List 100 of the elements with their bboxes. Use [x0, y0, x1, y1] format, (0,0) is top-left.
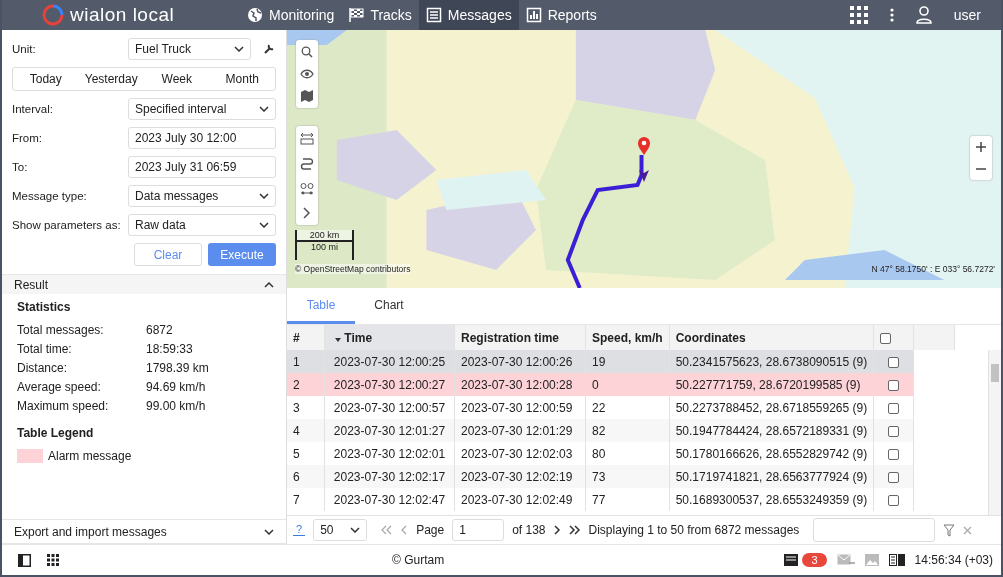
- view-tab[interactable]: Chart: [355, 288, 423, 324]
- table-cell: 2023-07-30 12:02:47: [324, 488, 455, 511]
- column-header[interactable]: Time: [324, 325, 455, 350]
- row-checkbox[interactable]: [888, 425, 900, 437]
- table-cell: 50.1947784424, 28.6572189331 (9): [669, 419, 874, 442]
- table-cell: 73: [585, 465, 670, 488]
- more-icon[interactable]: [889, 8, 894, 22]
- message-row[interactable]: 4 2023-07-30 12:01:27 2023-07-30 12:01:29 82 50.1947784424, 28.6572189331 (9): [287, 419, 955, 442]
- message-row[interactable]: 2 2023-07-30 12:00:27 2023-07-30 12:00:28 0 50.227771759, 28.6720199585 (9): [287, 373, 955, 396]
- location-pin-icon[interactable]: [637, 136, 651, 156]
- table-cell: 2023-07-30 12:01:29: [454, 419, 586, 442]
- column-header[interactable]: Coordinates: [669, 325, 874, 350]
- bar-chart-icon: [525, 7, 542, 23]
- logo-text: wialon local: [70, 4, 175, 26]
- logo-icon: [42, 4, 64, 26]
- table-cell: 50.1689300537, 28.6553249359 (9): [669, 488, 874, 511]
- filter-icon[interactable]: [943, 523, 956, 537]
- table-cell: 19: [585, 350, 670, 373]
- chevron-down-icon: [259, 222, 269, 228]
- notification-icon[interactable]: [784, 554, 799, 566]
- column-header[interactable]: Registration time: [454, 325, 586, 350]
- row-checkbox[interactable]: [888, 494, 900, 506]
- nav-tab[interactable]: Tracks: [341, 0, 419, 30]
- stat-label: Distance:: [17, 361, 69, 375]
- unit-select[interactable]: Fuel Truck: [128, 38, 251, 60]
- table-cell: 82: [585, 419, 670, 442]
- select-field[interactable]: Data messages: [128, 185, 276, 207]
- field-label: To:: [12, 161, 29, 173]
- row-checkbox[interactable]: [888, 448, 900, 460]
- grid-icon[interactable]: [47, 554, 59, 566]
- panel-toggle-icon[interactable]: [18, 553, 31, 567]
- stat-label: Total time:: [17, 342, 73, 356]
- sort-down-icon: [335, 337, 341, 342]
- field-label: Show parameters as:: [12, 219, 122, 231]
- stat-value: 6872: [146, 323, 173, 337]
- result-header[interactable]: Result: [2, 274, 286, 294]
- select-field[interactable]: Raw data: [128, 214, 276, 236]
- table-cell: 2023-07-30 12:00:25: [324, 350, 455, 373]
- stat-value: 18:59:33: [146, 342, 193, 356]
- column-header[interactable]: #: [287, 325, 325, 350]
- stat-label: Total messages:: [17, 323, 105, 337]
- eye-icon[interactable]: [300, 69, 314, 79]
- select-field[interactable]: Specified interval: [128, 98, 276, 120]
- ruler-icon[interactable]: [300, 132, 314, 146]
- period-button[interactable]: Today: [13, 68, 79, 90]
- user-icon[interactable]: [915, 6, 932, 24]
- date-field[interactable]: 2023 July 30 12:00: [128, 127, 276, 149]
- unit-label: Unit:: [12, 43, 37, 55]
- stat-value: 99.00 km/h: [146, 399, 206, 413]
- nav-tab[interactable]: Messages: [418, 0, 519, 30]
- page-size-select[interactable]: 50: [313, 519, 368, 541]
- table-cell: 7: [287, 488, 325, 511]
- columns-icon[interactable]: [888, 554, 905, 566]
- table-cell: 2023-07-30 12:00:27: [324, 373, 455, 396]
- row-checkbox[interactable]: [888, 471, 900, 483]
- period-button[interactable]: Yesterday: [78, 68, 144, 90]
- search-icon[interactable]: [301, 46, 313, 58]
- map-icon[interactable]: [301, 90, 313, 102]
- globe-icon: [247, 7, 263, 23]
- filter-field[interactable]: [813, 518, 936, 542]
- nav-tab[interactable]: Monitoring: [240, 0, 342, 30]
- document-icon: [425, 7, 442, 23]
- export-header[interactable]: Export and import messages: [2, 519, 286, 544]
- message-row[interactable]: 7 2023-07-30 12:02:47 2023-07-30 12:02:49 77 50.1689300537, 28.6553249359 (9): [287, 488, 955, 511]
- chevron-icon: [264, 528, 274, 535]
- date-field[interactable]: 2023 July 31 06:59: [128, 156, 276, 178]
- table-cell: 2023-07-30 12:02:49: [454, 488, 586, 511]
- route-icon[interactable]: [300, 157, 314, 171]
- map-view[interactable]: 200 km 100 mi © OpenStreetMap contributors N 47° 58.1750' : E 033° 56.7272': [287, 30, 1001, 288]
- scrollbar[interactable]: [988, 350, 1001, 515]
- next-page-icon[interactable]: [553, 525, 561, 535]
- message-row[interactable]: 6 2023-07-30 12:02:17 2023-07-30 12:02:19 73 50.1719741821, 28.6563777924 (9): [287, 465, 955, 488]
- period-button[interactable]: Month: [209, 68, 275, 90]
- waypoints-icon[interactable]: [300, 182, 314, 196]
- message-row[interactable]: 1 2023-07-30 12:00:25 2023-07-30 12:00:26 19 50.2341575623, 28.6738090515 (9): [287, 350, 955, 373]
- scale-km-label: 200 km: [297, 230, 352, 242]
- clock-text: 14:56:34 (+03): [914, 553, 993, 567]
- table-cell: 2023-07-30 12:00:28: [454, 373, 586, 396]
- row-checkbox[interactable]: [888, 356, 900, 368]
- last-page-icon[interactable]: [568, 525, 581, 535]
- table-cell: 1: [287, 350, 325, 373]
- table-cell: 4: [287, 419, 325, 442]
- row-checkbox[interactable]: [888, 402, 900, 414]
- table-cell: 50.227771759, 28.6720199585 (9): [669, 373, 874, 396]
- user-name[interactable]: user: [953, 7, 981, 23]
- stat-label: Average speed:: [17, 380, 102, 394]
- notification-badge: 3: [802, 553, 827, 567]
- chevron-right-icon[interactable]: [303, 207, 311, 219]
- select-all-checkbox[interactable]: [880, 332, 892, 344]
- scale-mi-label: 100 mi: [310, 242, 339, 252]
- field-label: Interval:: [12, 103, 54, 115]
- column-header[interactable]: Speed, km/h: [585, 325, 670, 350]
- period-button[interactable]: Week: [144, 68, 210, 90]
- help-button[interactable]: ?: [293, 524, 306, 536]
- row-checkbox[interactable]: [888, 379, 900, 391]
- page-field[interactable]: 1: [452, 519, 505, 541]
- nav-tab[interactable]: Reports: [518, 0, 604, 30]
- apps-grid-icon[interactable]: [849, 6, 868, 24]
- table-cell: 77: [585, 488, 670, 511]
- wrench-icon[interactable]: [263, 43, 275, 55]
